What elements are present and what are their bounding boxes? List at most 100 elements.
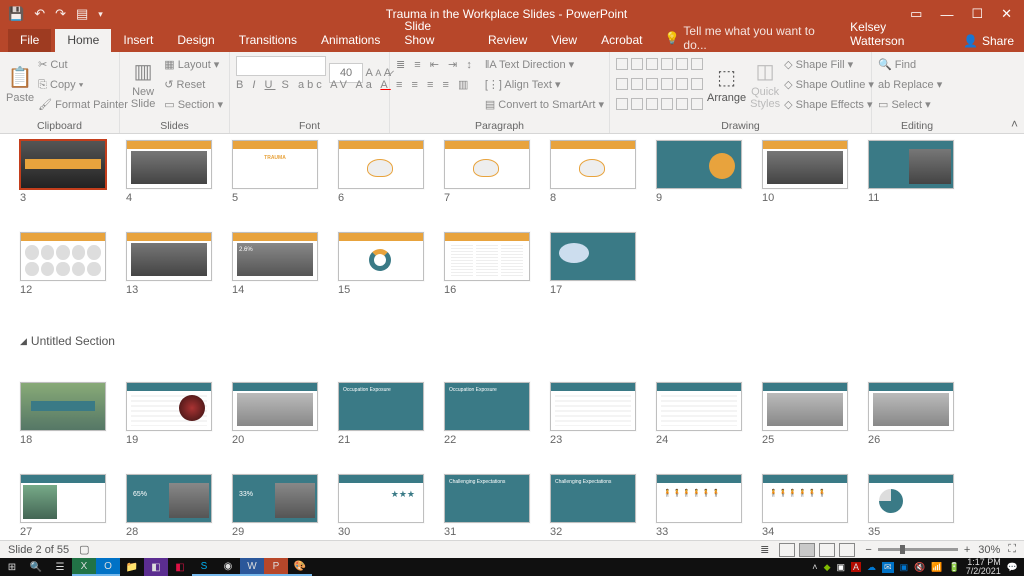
- powerpoint-taskbar[interactable]: P: [264, 558, 288, 576]
- slide-thumbnail-25[interactable]: 25: [762, 382, 848, 446]
- redo-icon[interactable]: ↷: [55, 6, 66, 22]
- replace-button[interactable]: ab Replace ▾: [878, 76, 942, 94]
- new-slide-button[interactable]: ▥New Slide: [126, 54, 160, 114]
- reset-button[interactable]: ↺ Reset: [164, 76, 223, 94]
- strike-button[interactable]: S: [282, 79, 292, 91]
- line-spacing-icon[interactable]: ↕: [466, 59, 475, 71]
- normal-view-button[interactable]: [779, 543, 795, 557]
- slide-thumbnail-13[interactable]: 13: [126, 232, 212, 296]
- indent-dec-icon[interactable]: ⇤: [430, 59, 442, 71]
- outlook-taskbar[interactable]: O: [96, 558, 120, 576]
- slide-sorter[interactable]: 34TRAUMA56789101112132.6%14151617◢ Untit…: [0, 134, 1024, 550]
- section-header-untitled[interactable]: ◢ Untitled Section: [20, 324, 1014, 354]
- word-taskbar[interactable]: W: [240, 558, 264, 576]
- format-painter-button[interactable]: 🖌 Format Painter: [38, 96, 128, 114]
- account-user[interactable]: Kelsey Watterson: [840, 16, 953, 52]
- shape-effects-button[interactable]: ◇ Shape Effects ▾: [784, 96, 874, 114]
- reading-view-button[interactable]: [819, 543, 835, 557]
- tab-slideshow[interactable]: Slide Show: [392, 15, 476, 52]
- zoom-out-button[interactable]: −: [865, 544, 871, 556]
- zoom-in-button[interactable]: +: [964, 544, 970, 556]
- sorter-view-button[interactable]: [799, 543, 815, 557]
- tab-insert[interactable]: Insert: [111, 29, 165, 52]
- start-button[interactable]: ⊞: [0, 558, 24, 576]
- slide-thumbnail-11[interactable]: 11: [868, 140, 954, 204]
- tray-mail-icon[interactable]: ✉: [882, 562, 894, 573]
- task-view-icon[interactable]: ☰: [48, 558, 72, 576]
- slide-thumbnail-20[interactable]: 20: [232, 382, 318, 446]
- tray-network-icon[interactable]: 🔇: [914, 562, 925, 573]
- slide-thumbnail-3[interactable]: 3: [20, 140, 106, 204]
- underline-button[interactable]: U: [265, 79, 276, 91]
- slide-thumbnail-28[interactable]: 65%28: [126, 474, 212, 538]
- paste-button[interactable]: 📋Paste: [6, 54, 34, 114]
- collapse-section-icon[interactable]: ◢: [20, 336, 27, 347]
- slide-thumbnail-33[interactable]: 🧍🧍🧍🧍🧍🧍33: [656, 474, 742, 538]
- tab-file[interactable]: File: [8, 29, 51, 52]
- slide-thumbnail-32[interactable]: Challenging Expectations32: [550, 474, 636, 538]
- shape-outline-button[interactable]: ◇ Shape Outline ▾: [784, 76, 874, 94]
- clock-date[interactable]: 7/2/2021: [966, 567, 1001, 576]
- tell-me[interactable]: 💡Tell me what you want to do...: [664, 24, 840, 52]
- text-direction-button[interactable]: ‖A Text Direction ▾: [485, 56, 604, 74]
- slide-thumbnail-29[interactable]: 33%29: [232, 474, 318, 538]
- zoom-level[interactable]: 30%: [978, 544, 1000, 556]
- slide-thumbnail-35[interactable]: 35: [868, 474, 954, 538]
- slideshow-view-button[interactable]: [839, 543, 855, 557]
- indent-inc-icon[interactable]: ⇥: [448, 59, 460, 71]
- layout-button[interactable]: ▦ Layout ▾: [164, 56, 223, 74]
- columns-icon[interactable]: ▥: [458, 79, 471, 91]
- tab-transitions[interactable]: Transitions: [227, 29, 309, 52]
- slide-thumbnail-15[interactable]: 15: [338, 232, 424, 296]
- slide-thumbnail-10[interactable]: 10: [762, 140, 848, 204]
- spacing-button[interactable]: AV: [330, 79, 350, 91]
- tab-animations[interactable]: Animations: [309, 29, 392, 52]
- cut-button[interactable]: ✂ Cut: [38, 56, 128, 74]
- paint-taskbar[interactable]: 🎨: [288, 558, 312, 576]
- tray-battery-icon[interactable]: 🔋: [949, 562, 960, 573]
- bold-button[interactable]: B: [236, 79, 246, 91]
- tray-app-icon[interactable]: ▣: [836, 562, 845, 573]
- align-left-icon[interactable]: ≡: [396, 79, 405, 91]
- collapse-ribbon-icon[interactable]: ˄: [1011, 117, 1018, 131]
- slide-thumbnail-26[interactable]: 26: [868, 382, 954, 446]
- slide-thumbnail-16[interactable]: 16: [444, 232, 530, 296]
- align-center-icon[interactable]: ≡: [411, 79, 420, 91]
- skype-taskbar[interactable]: S: [192, 558, 216, 576]
- tab-view[interactable]: View: [539, 29, 589, 52]
- case-button[interactable]: Aa: [355, 79, 374, 91]
- slide-thumbnail-30[interactable]: ★★★30: [338, 474, 424, 538]
- font-family-input[interactable]: [236, 56, 326, 76]
- fit-window-button[interactable]: ⛶: [1008, 543, 1016, 556]
- share-button[interactable]: 👤Share: [953, 30, 1024, 52]
- tray-overflow-icon[interactable]: ˄: [812, 562, 817, 572]
- bullets-icon[interactable]: ≣: [396, 59, 408, 71]
- find-button[interactable]: 🔍 Find: [878, 56, 942, 74]
- slide-thumbnail-7[interactable]: 7: [444, 140, 530, 204]
- slide-thumbnail-5[interactable]: TRAUMA5: [232, 140, 318, 204]
- slide-thumbnail-4[interactable]: 4: [126, 140, 212, 204]
- tab-acrobat[interactable]: Acrobat: [589, 29, 654, 52]
- tray-skype-icon[interactable]: ◆: [824, 562, 831, 573]
- slide-thumbnail-34[interactable]: 🧍🧍🧍🧍🧍🧍34: [762, 474, 848, 538]
- tray-sync-icon[interactable]: ☁: [867, 562, 876, 573]
- quick-styles-button[interactable]: ◫Quick Styles: [750, 54, 780, 114]
- justify-icon[interactable]: ≡: [442, 79, 451, 91]
- chrome-taskbar[interactable]: ◉: [216, 558, 240, 576]
- notes-button[interactable]: ≣: [760, 543, 769, 556]
- numbering-icon[interactable]: ≡: [414, 59, 423, 71]
- slide-thumbnail-18[interactable]: 18: [20, 382, 106, 446]
- slide-thumbnail-17[interactable]: 17: [550, 232, 636, 296]
- save-icon[interactable]: 💾: [8, 6, 24, 22]
- tab-home[interactable]: Home: [55, 29, 111, 52]
- slide-thumbnail-6[interactable]: 6: [338, 140, 424, 204]
- shape-fill-button[interactable]: ◇ Shape Fill ▾: [784, 56, 874, 74]
- app2-taskbar[interactable]: ◧: [168, 558, 192, 576]
- smartart-button[interactable]: ▤ Convert to SmartArt ▾: [485, 96, 604, 114]
- shadow-button[interactable]: abc: [298, 79, 325, 91]
- tab-design[interactable]: Design: [165, 29, 226, 52]
- qat-more-icon[interactable]: ▾: [98, 9, 103, 20]
- italic-button[interactable]: I: [252, 79, 258, 91]
- slide-thumbnail-9[interactable]: 9: [656, 140, 742, 204]
- select-button[interactable]: ▭ Select ▾: [878, 96, 942, 114]
